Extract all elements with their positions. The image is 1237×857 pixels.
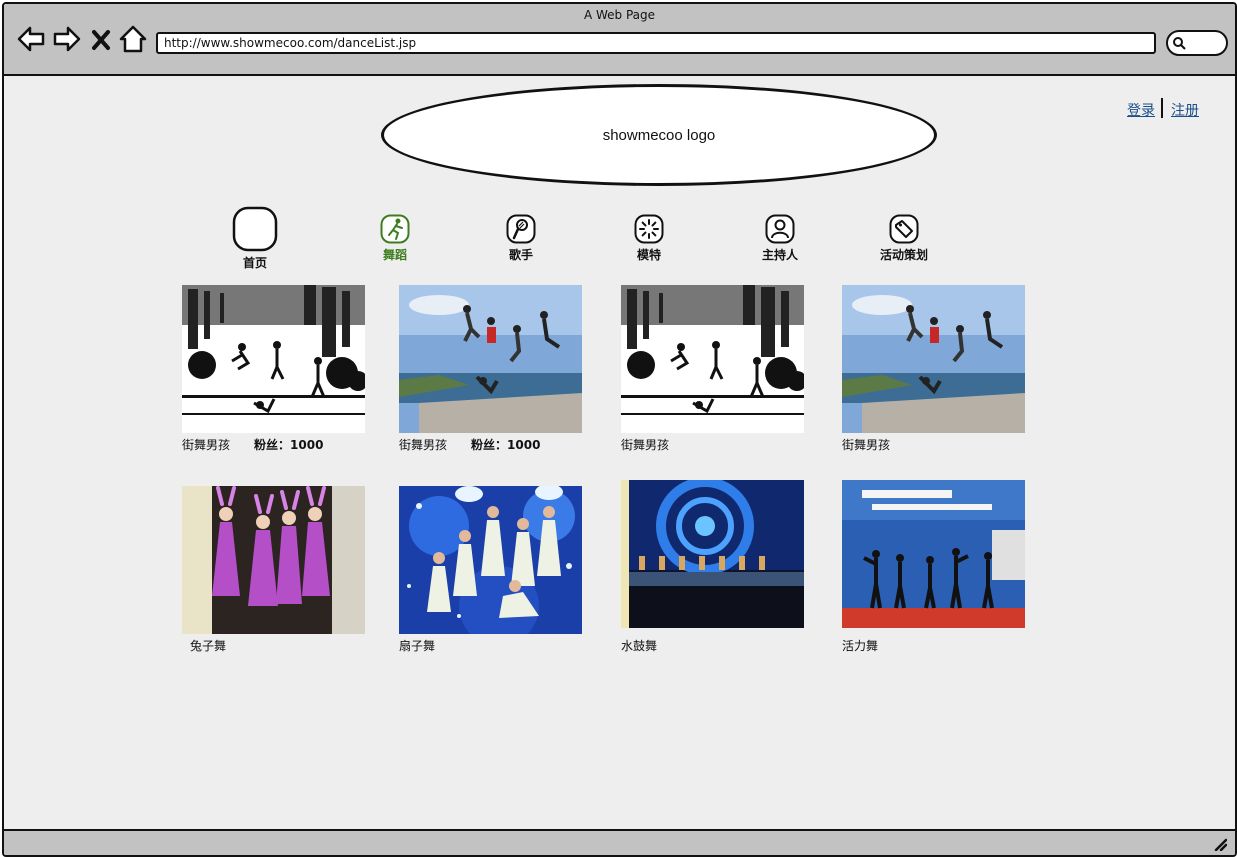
performer-name: 扇子舞 xyxy=(399,639,436,653)
person-icon xyxy=(765,214,795,244)
nav-singer-label: 歌手 xyxy=(508,248,533,262)
register-link[interactable]: 注册 xyxy=(1171,100,1199,120)
page-content: showmecoo logo 登录 注册 首页 舞蹈 歌手 模特 主持人 活动策… xyxy=(4,76,1235,830)
nav-dance[interactable]: 舞蹈 xyxy=(370,214,420,262)
fan-dance-photo[interactable] xyxy=(399,486,582,634)
performer-name: 街舞男孩 xyxy=(182,438,231,452)
camera-shutter-icon xyxy=(634,214,664,244)
search-icon xyxy=(1173,37,1186,50)
fans-count: 粉丝：1000 xyxy=(254,438,324,452)
logo-text: showmecoo logo xyxy=(602,126,716,144)
gallery-item[interactable]: 兔子舞 xyxy=(182,486,365,654)
forward-arrow-icon[interactable] xyxy=(52,24,82,54)
street-dance-photo[interactable] xyxy=(621,285,804,433)
gallery-item[interactable]: 扇子舞 xyxy=(399,486,582,654)
gallery-item[interactable]: 街舞男孩 粉丝：1000 xyxy=(182,285,365,453)
site-logo[interactable]: showmecoo logo xyxy=(381,84,937,186)
nav-singer[interactable]: 歌手 xyxy=(496,214,546,262)
performer-name: 街舞男孩 xyxy=(621,438,670,452)
gallery-caption: 街舞男孩 粉丝：1000 xyxy=(399,437,582,453)
close-icon[interactable] xyxy=(90,24,112,54)
street-dance-photo[interactable] xyxy=(842,285,1025,433)
performer-name: 水鼓舞 xyxy=(621,639,658,653)
address-bar[interactable]: http://www.showmecoo.com/danceList.jsp xyxy=(156,32,1156,54)
gallery-caption: 街舞男孩 粉丝：1000 xyxy=(182,437,365,453)
performer-name: 活力舞 xyxy=(842,639,879,653)
microphone-icon xyxy=(506,214,536,244)
tag-icon xyxy=(889,214,919,244)
nav-model-label: 模特 xyxy=(636,248,661,262)
vitality-dance-photo[interactable] xyxy=(842,480,1025,628)
gallery-caption: 水鼓舞 xyxy=(621,638,804,654)
nav-home-label: 首页 xyxy=(242,256,267,270)
auth-divider xyxy=(1161,98,1163,118)
gallery-item[interactable]: 街舞男孩 xyxy=(842,285,1025,453)
gallery-caption: 扇子舞 xyxy=(399,638,582,654)
gallery-caption: 街舞男孩 xyxy=(621,437,804,453)
performer-name: 街舞男孩 xyxy=(399,438,448,452)
window-title: A Web Page xyxy=(583,8,656,22)
street-dance-photo[interactable] xyxy=(182,285,365,433)
gallery-item[interactable]: 街舞男孩 粉丝：1000 xyxy=(399,285,582,453)
blank-rounded-square-icon xyxy=(232,206,278,252)
gallery-item[interactable]: 街舞男孩 xyxy=(621,285,804,453)
login-link[interactable]: 登录 xyxy=(1127,100,1155,120)
status-bar xyxy=(4,829,1235,855)
gallery-caption: 街舞男孩 xyxy=(842,437,1025,453)
browser-toolbar: A Web Page http://www.showmecoo.com/danc… xyxy=(4,4,1235,76)
fans-count: 粉丝：1000 xyxy=(471,438,541,452)
performer-name: 兔子舞 xyxy=(190,639,227,653)
street-dance-photo[interactable] xyxy=(399,285,582,433)
nav-host[interactable]: 主持人 xyxy=(750,214,810,262)
browser-window: A Web Page http://www.showmecoo.com/danc… xyxy=(2,2,1237,857)
home-icon[interactable] xyxy=(118,24,148,54)
nav-event-planning[interactable]: 活动策划 xyxy=(868,214,940,262)
water-drum-dance-photo[interactable] xyxy=(621,480,804,628)
nav-model[interactable]: 模特 xyxy=(624,214,674,262)
nav-event-planning-label: 活动策划 xyxy=(879,248,928,262)
gallery-item[interactable]: 水鼓舞 xyxy=(621,480,804,654)
search-box[interactable] xyxy=(1166,30,1228,56)
nav-host-label: 主持人 xyxy=(761,248,798,262)
gallery-caption: 兔子舞 xyxy=(182,638,365,654)
dancer-icon xyxy=(380,214,410,244)
nav-home[interactable]: 首页 xyxy=(230,206,280,270)
performer-name: 街舞男孩 xyxy=(842,438,891,452)
back-arrow-icon[interactable] xyxy=(16,24,46,54)
bunny-dance-photo[interactable] xyxy=(182,486,365,634)
nav-dance-label: 舞蹈 xyxy=(382,248,407,262)
gallery-caption: 活力舞 xyxy=(842,638,1025,654)
gallery-item[interactable]: 活力舞 xyxy=(842,480,1025,654)
resize-grip-icon[interactable] xyxy=(1213,837,1227,851)
